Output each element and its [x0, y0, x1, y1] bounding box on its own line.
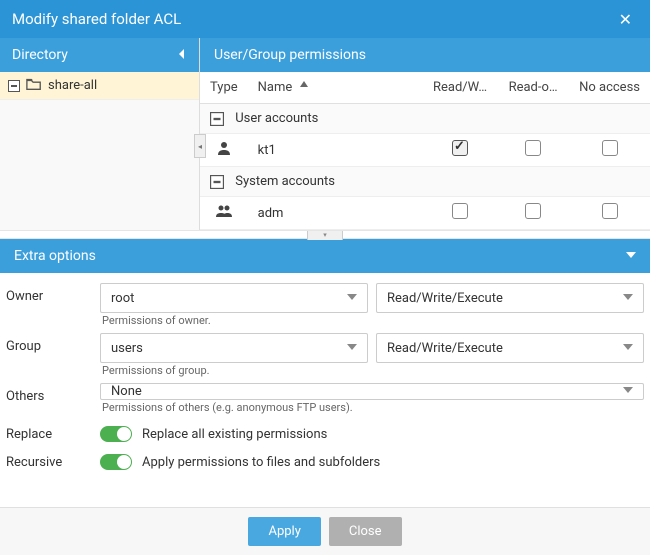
- replace-row: Replace Replace all existing permissions: [6, 420, 644, 448]
- chevron-down-icon: [623, 384, 633, 399]
- others-value: None: [111, 384, 623, 399]
- directory-tree: share-all: [0, 72, 199, 230]
- readwrite-checkbox[interactable]: [452, 203, 468, 219]
- noaccess-checkbox[interactable]: [602, 140, 618, 156]
- splitter-handle[interactable]: [194, 134, 206, 158]
- extra-options-label: Extra options: [14, 248, 626, 264]
- col-readwrite[interactable]: Read/W…: [423, 72, 497, 104]
- dialog-footer: Apply Close: [0, 507, 650, 555]
- others-select[interactable]: None: [100, 383, 644, 400]
- chevron-down-icon: [626, 248, 636, 264]
- readonly-checkbox[interactable]: [525, 203, 541, 219]
- replace-text: Replace all existing permissions: [142, 427, 327, 442]
- permissions-panel: User/Group permissions Type Name Read/W……: [200, 38, 650, 230]
- group-label: User accounts: [235, 111, 318, 126]
- group-select[interactable]: users: [100, 333, 368, 363]
- group-perm-value: Read/Write/Execute: [387, 341, 623, 356]
- owner-perm-value: Read/Write/Execute: [387, 291, 623, 306]
- owner-helper: Permissions of owner.: [100, 314, 644, 327]
- directory-header: Directory: [0, 38, 199, 72]
- col-readonly[interactable]: Read-o…: [497, 72, 569, 104]
- chevron-left-icon[interactable]: [177, 47, 187, 63]
- mid-collapse-bar: [0, 230, 650, 239]
- extra-options-header[interactable]: Extra options: [0, 239, 650, 273]
- table-row[interactable]: adm: [200, 197, 650, 230]
- permissions-grid: Type Name Read/W… Read-o… No access: [200, 72, 650, 230]
- collapse-down-handle[interactable]: [307, 231, 343, 240]
- permissions-header-label: User/Group permissions: [214, 47, 366, 63]
- group-label: Group: [6, 333, 100, 354]
- owner-row: Owner root Read/Write/Execute Permission…: [6, 283, 644, 327]
- chevron-down-icon: [347, 341, 357, 356]
- readwrite-checkbox[interactable]: [452, 140, 468, 156]
- directory-header-label: Directory: [12, 47, 177, 63]
- sort-asc-icon: [296, 80, 308, 95]
- group-helper: Permissions of group.: [100, 364, 644, 377]
- chevron-down-icon: [623, 341, 633, 356]
- col-name[interactable]: Name: [248, 72, 423, 104]
- group-header-row[interactable]: System accounts: [200, 167, 650, 197]
- minus-square-icon[interactable]: [210, 175, 224, 189]
- type-cell: [200, 197, 248, 230]
- apply-button[interactable]: Apply: [248, 517, 320, 546]
- table-row[interactable]: kt1: [200, 134, 650, 167]
- owner-label: Owner: [6, 283, 100, 304]
- col-type[interactable]: Type: [200, 72, 248, 104]
- permissions-table: Type Name Read/W… Read-o… No access: [200, 72, 650, 230]
- tree-item[interactable]: share-all: [0, 72, 199, 100]
- group-perm-select[interactable]: Read/Write/Execute: [376, 333, 644, 363]
- group-row: Group users Read/Write/Execute Permissio…: [6, 333, 644, 377]
- dialog-title: Modify shared folder ACL: [12, 10, 613, 28]
- name-cell: kt1: [248, 134, 423, 167]
- owner-perm-select[interactable]: Read/Write/Execute: [376, 283, 644, 313]
- col-noaccess[interactable]: No access: [569, 72, 650, 104]
- replace-label: Replace: [6, 427, 100, 442]
- name-cell: adm: [248, 197, 423, 230]
- owner-value: root: [111, 291, 347, 306]
- chevron-down-icon: [623, 291, 633, 306]
- others-helper: Permissions of others (e.g. anonymous FT…: [100, 401, 644, 414]
- close-icon[interactable]: ✕: [613, 6, 638, 33]
- recursive-row: Recursive Apply permissions to files and…: [6, 448, 644, 476]
- group-value: users: [111, 341, 347, 356]
- recursive-label: Recursive: [6, 455, 100, 470]
- noaccess-checkbox[interactable]: [602, 203, 618, 219]
- permissions-header: User/Group permissions: [200, 38, 650, 72]
- others-row: Others None Permissions of others (e.g. …: [6, 383, 644, 414]
- minus-square-icon[interactable]: [8, 80, 20, 92]
- group-label: System accounts: [235, 174, 335, 189]
- group-icon: [216, 208, 232, 223]
- person-icon: [216, 145, 232, 160]
- tree-item-label: share-all: [48, 78, 97, 93]
- extra-options-body: Owner root Read/Write/Execute Permission…: [0, 273, 650, 507]
- folder-open-icon: [26, 77, 42, 95]
- recursive-text: Apply permissions to files and subfolder…: [142, 455, 380, 470]
- type-cell: [200, 134, 248, 167]
- group-header-row[interactable]: User accounts: [200, 104, 650, 134]
- chevron-down-icon: [347, 291, 357, 306]
- owner-select[interactable]: root: [100, 283, 368, 313]
- replace-toggle[interactable]: [100, 426, 132, 442]
- readonly-checkbox[interactable]: [525, 140, 541, 156]
- others-label: Others: [6, 383, 100, 404]
- recursive-toggle[interactable]: [100, 454, 132, 470]
- main-split: Directory share-all User/Group permissio…: [0, 38, 650, 230]
- titlebar: Modify shared folder ACL ✕: [0, 0, 650, 38]
- minus-square-icon[interactable]: [210, 112, 224, 126]
- directory-panel: Directory share-all: [0, 38, 200, 230]
- close-button[interactable]: Close: [329, 517, 402, 546]
